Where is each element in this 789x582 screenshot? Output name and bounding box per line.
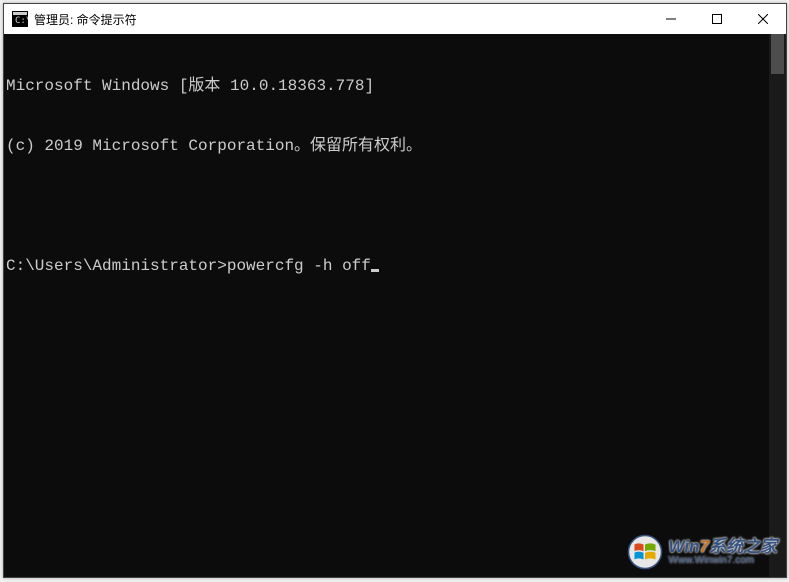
cmd-icon: C:\	[12, 11, 28, 27]
text-cursor	[371, 269, 379, 272]
cmd-window: C:\ 管理员: 命令提示符 Microsoft Windows [版本 10.…	[3, 3, 787, 578]
terminal-blank-line	[6, 196, 784, 216]
vertical-scrollbar[interactable]	[769, 34, 786, 577]
close-button[interactable]	[740, 4, 786, 34]
terminal-output-line: (c) 2019 Microsoft Corporation。保留所有权利。	[6, 136, 784, 156]
maximize-button[interactable]	[694, 4, 740, 34]
terminal-output-line: Microsoft Windows [版本 10.0.18363.778]	[6, 76, 784, 96]
scrollbar-thumb[interactable]	[771, 34, 784, 74]
prompt-path: C:\Users\Administrator>	[6, 257, 227, 275]
terminal-prompt-line: C:\Users\Administrator>powercfg -h off	[6, 256, 784, 276]
window-title: 管理员: 命令提示符	[34, 11, 137, 28]
typed-command: powercfg -h off	[227, 257, 371, 275]
svg-text:C:\: C:\	[15, 16, 28, 26]
terminal-area[interactable]: Microsoft Windows [版本 10.0.18363.778] (c…	[4, 34, 786, 577]
titlebar[interactable]: C:\ 管理员: 命令提示符	[4, 4, 786, 34]
minimize-button[interactable]	[648, 4, 694, 34]
